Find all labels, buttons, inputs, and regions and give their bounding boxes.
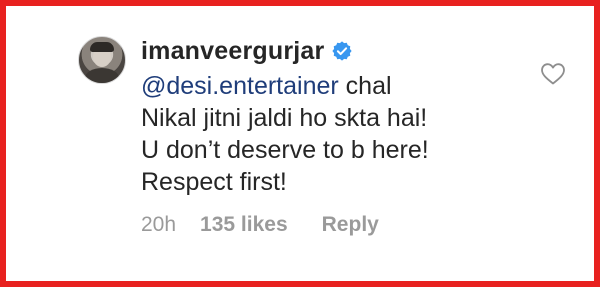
avatar-body-shape bbox=[85, 68, 119, 83]
avatar-hair-shape bbox=[90, 42, 114, 52]
avatar[interactable] bbox=[78, 36, 126, 84]
comment-text: @desi.entertainer chal Nikal jitni jaldi… bbox=[141, 70, 536, 198]
username-link[interactable]: imanveergurjar bbox=[141, 37, 324, 66]
timestamp: 20h bbox=[141, 213, 177, 236]
comment-line-1-text: chal bbox=[338, 72, 392, 100]
comment-meta: 20h 135 likes Reply bbox=[141, 213, 379, 237]
comment-line-3: U don’t deserve to b here! bbox=[141, 136, 429, 164]
reply-button[interactable]: Reply bbox=[322, 213, 379, 237]
comment-line-2: Nikal jitni jaldi ho skta hai! bbox=[141, 104, 428, 132]
verified-badge-icon bbox=[332, 41, 353, 61]
heart-outline-icon[interactable] bbox=[540, 62, 566, 86]
comment-header: imanveergurjar bbox=[141, 34, 353, 68]
comment-line-1: @desi.entertainer chal bbox=[141, 70, 536, 102]
screenshot-frame: imanveergurjar @desi.entertainer chal Ni… bbox=[0, 0, 600, 287]
likes-count[interactable]: 135 likes bbox=[200, 213, 288, 237]
mention-link[interactable]: @desi.entertainer bbox=[141, 72, 339, 100]
comment-line-4: Respect first! bbox=[141, 168, 287, 196]
